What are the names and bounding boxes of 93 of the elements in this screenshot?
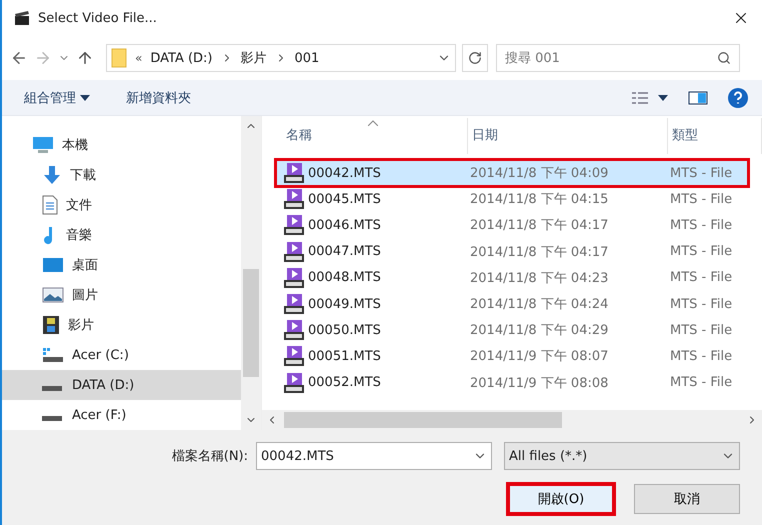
computer-icon bbox=[32, 136, 54, 154]
file-row[interactable]: 00051.MTS 2014/11/9 下午 08:07 MTS - File bbox=[276, 343, 748, 370]
sidebar-item[interactable]: 影片 bbox=[2, 310, 241, 340]
sidebar-item[interactable]: 本機 bbox=[2, 130, 241, 160]
clapperboard-icon bbox=[14, 10, 30, 26]
breadcrumb[interactable]: 001 bbox=[294, 50, 320, 66]
file-date: 2014/11/8 下午 04:09 bbox=[470, 165, 610, 182]
sort-caret-icon bbox=[368, 120, 378, 126]
file-type: MTS - File bbox=[670, 296, 734, 312]
sidebar-item[interactable]: 文件 bbox=[2, 190, 241, 220]
window-title: Select Video File... bbox=[38, 10, 158, 26]
file-type-dropdown[interactable]: All files (*.*) bbox=[504, 442, 740, 470]
video-file-icon bbox=[284, 320, 304, 340]
horizontal-scrollbar[interactable] bbox=[262, 410, 762, 430]
video-file-icon bbox=[284, 346, 304, 366]
sidebar-item[interactable]: Acer (F:) bbox=[2, 400, 241, 430]
file-date: 2014/11/9 下午 08:07 bbox=[470, 348, 610, 366]
file-date: 2014/11/8 下午 04:17 bbox=[470, 244, 610, 261]
file-row[interactable]: 00048.MTS 2014/11/8 下午 04:23 MTS - File bbox=[276, 264, 748, 291]
refresh-button[interactable] bbox=[462, 44, 488, 72]
video-file-icon bbox=[284, 163, 304, 184]
video-file-icon bbox=[284, 268, 304, 288]
folder-icon bbox=[111, 48, 127, 68]
refresh-icon bbox=[468, 51, 482, 65]
file-row[interactable]: 00050.MTS 2014/11/8 下午 04:29 MTS - File bbox=[276, 317, 748, 344]
down-arrow-icon bbox=[42, 165, 62, 185]
sidebar-item[interactable]: Acer (C:) bbox=[2, 340, 241, 370]
filename-label: 檔案名稱(N): bbox=[172, 448, 248, 465]
sidebar-item[interactable]: 圖片 bbox=[2, 280, 241, 310]
file-row[interactable]: 00049.MTS 2014/11/8 下午 04:24 MTS - File bbox=[276, 290, 748, 318]
file-row[interactable]: 00042.MTS 2014/11/8 下午 04:09 MTS - File bbox=[276, 160, 748, 186]
cancel-button[interactable]: 取消 bbox=[634, 484, 740, 514]
preview-pane-icon[interactable] bbox=[688, 90, 708, 104]
file-name: 00051.MTS bbox=[308, 348, 381, 364]
filename-field[interactable]: 00042.MTS bbox=[256, 442, 492, 470]
file-type: MTS - File bbox=[670, 166, 734, 181]
film-icon bbox=[42, 315, 60, 335]
file-type: MTS - File bbox=[670, 192, 734, 207]
file-type: MTS - File bbox=[670, 244, 734, 260]
column-header[interactable]: 日期 bbox=[468, 118, 668, 154]
open-button[interactable]: 開啟(O) bbox=[506, 482, 616, 516]
breadcrumb[interactable]: DATA (D:) bbox=[150, 50, 212, 66]
sidebar-item[interactable]: DATA (D:) bbox=[2, 370, 241, 400]
pictures-icon bbox=[42, 287, 64, 303]
file-type: MTS - File bbox=[670, 218, 734, 233]
file-date: 2014/11/9 下午 08:08 bbox=[470, 374, 610, 392]
file-date: 2014/11/8 下午 04:17 bbox=[470, 217, 610, 234]
column-header[interactable]: 名稱 bbox=[282, 118, 468, 154]
file-date: 2014/11/8 下午 04:23 bbox=[470, 270, 610, 287]
video-file-icon bbox=[284, 372, 304, 393]
address-bar[interactable]: « DATA (D:) 影片 001 bbox=[106, 44, 456, 72]
file-row[interactable]: 00046.MTS 2014/11/8 下午 04:17 MTS - File bbox=[276, 212, 748, 239]
drive-icon bbox=[42, 347, 64, 363]
file-type: MTS - File bbox=[670, 270, 734, 286]
sidebar-item[interactable]: 桌面 bbox=[2, 250, 241, 280]
file-name: 00049.MTS bbox=[308, 296, 381, 312]
search-field[interactable]: 搜尋 001 bbox=[496, 44, 740, 72]
sidebar-item[interactable]: 音樂 bbox=[2, 220, 241, 250]
vertical-scrollbar[interactable] bbox=[241, 116, 261, 430]
breadcrumb[interactable]: 影片 bbox=[240, 49, 266, 67]
file-name: 00052.MTS bbox=[308, 375, 381, 390]
video-file-icon bbox=[284, 189, 304, 210]
search-icon bbox=[717, 51, 731, 65]
drive-icon bbox=[42, 386, 62, 390]
file-row[interactable]: 00045.MTS 2014/11/8 下午 04:15 MTS - File bbox=[276, 186, 748, 212]
file-row[interactable]: 00047.MTS 2014/11/8 下午 04:17 MTS - File bbox=[276, 238, 748, 265]
sidebar-item[interactable]: 下載 bbox=[2, 160, 241, 190]
desktop-icon bbox=[42, 257, 64, 273]
video-file-icon bbox=[284, 215, 304, 236]
video-file-icon bbox=[284, 242, 304, 262]
file-date: 2014/11/8 下午 04:24 bbox=[470, 296, 610, 314]
drive-icon bbox=[42, 416, 62, 420]
organize-menu[interactable]: 組合管理 bbox=[24, 88, 90, 106]
file-name: 00046.MTS bbox=[308, 218, 381, 233]
file-date: 2014/11/8 下午 04:29 bbox=[470, 322, 610, 340]
overflow-chevrons[interactable]: « bbox=[135, 51, 142, 65]
file-name: 00047.MTS bbox=[308, 244, 381, 260]
file-type: MTS - File bbox=[670, 322, 734, 338]
column-header[interactable]: 類型 bbox=[668, 118, 762, 154]
file-type: MTS - File bbox=[670, 348, 734, 364]
new-folder-button[interactable]: 新增資料夾 bbox=[126, 88, 191, 106]
file-name: 00050.MTS bbox=[308, 322, 381, 338]
view-options-icon[interactable] bbox=[632, 92, 668, 104]
file-name: 00045.MTS bbox=[308, 192, 381, 207]
file-row[interactable]: 00052.MTS 2014/11/9 下午 08:08 MTS - File bbox=[276, 370, 748, 396]
file-name: 00048.MTS bbox=[308, 270, 381, 286]
file-date: 2014/11/8 下午 04:15 bbox=[470, 191, 610, 208]
video-file-icon bbox=[284, 294, 304, 314]
help-icon[interactable] bbox=[728, 88, 748, 108]
file-type: MTS - File bbox=[670, 375, 734, 390]
file-name: 00042.MTS bbox=[308, 166, 381, 181]
caret-icon bbox=[80, 94, 90, 100]
document-icon bbox=[42, 195, 58, 215]
